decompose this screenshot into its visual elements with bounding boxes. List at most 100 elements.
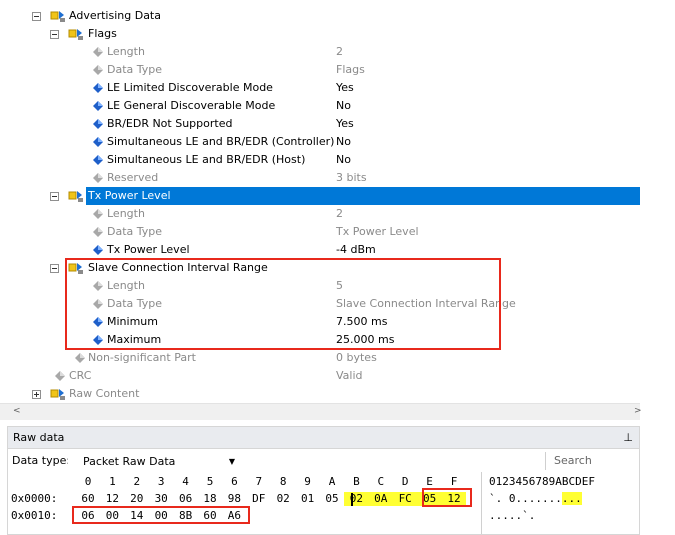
tree-row[interactable]: Tx Power Level -4 dBm bbox=[0, 241, 640, 259]
structure-icon bbox=[50, 9, 66, 23]
ascii-text[interactable]: .....`. bbox=[489, 508, 535, 524]
hex-byte[interactable]: 0A bbox=[372, 491, 390, 507]
field-gray-icon bbox=[72, 351, 88, 365]
tree-row-label: Reserved bbox=[107, 171, 159, 184]
tree-row[interactable]: BR/EDR Not Supported Yes bbox=[0, 115, 640, 133]
field-blue-icon bbox=[90, 135, 106, 149]
hex-byte[interactable]: 30 bbox=[152, 491, 170, 507]
hex-byte[interactable]: 06 bbox=[177, 491, 195, 507]
collapse-icon[interactable] bbox=[50, 264, 59, 273]
tree-row-value: Valid bbox=[336, 369, 363, 382]
hex-column-label: 5 bbox=[206, 475, 214, 488]
tree-row-label: Data Type bbox=[107, 225, 163, 238]
tree-row-label: Tx Power Level bbox=[107, 243, 190, 256]
hex-byte[interactable]: 02 bbox=[274, 491, 292, 507]
tree-row-label: Tx Power Level bbox=[86, 187, 173, 205]
data-type-label: Data type: bbox=[12, 454, 71, 467]
data-type-select[interactable]: Packet Raw Data ▼ bbox=[68, 452, 240, 470]
tree-row-label: Length bbox=[107, 45, 145, 58]
tree-row[interactable]: LE Limited Discoverable Mode Yes bbox=[0, 79, 640, 97]
tree-row-label: Simultaneous LE and BR/EDR (Controller) bbox=[107, 135, 335, 148]
field-gray-icon bbox=[90, 63, 106, 77]
field-gray-icon bbox=[90, 171, 106, 185]
tree-row-label: Simultaneous LE and BR/EDR (Host) bbox=[107, 153, 306, 166]
tree-row[interactable]: CRC Valid bbox=[0, 367, 640, 385]
tree-row-value: No bbox=[336, 153, 351, 166]
tree-row-label: Non-significant Part bbox=[88, 351, 196, 364]
tree-row[interactable]: Advertising Data bbox=[0, 7, 640, 25]
hex-column-label: 0 bbox=[84, 475, 92, 488]
structure-icon bbox=[68, 27, 84, 41]
pin-icon[interactable]: ⊥ bbox=[623, 427, 633, 449]
tree-row[interactable]: Tx Power Level bbox=[0, 187, 640, 205]
bytes-05-12-highlight-box bbox=[422, 488, 472, 507]
tree-row-value: 0 bytes bbox=[336, 351, 377, 364]
tree-row-value: Flags bbox=[336, 63, 365, 76]
tree-row[interactable]: Simultaneous LE and BR/EDR (Controller) N… bbox=[0, 133, 640, 151]
tree-row[interactable]: Data Type Flags bbox=[0, 61, 640, 79]
tree-row-label: CRC bbox=[69, 369, 92, 382]
raw-data-toolbar: Data type: Packet Raw Data ▼ Search bbox=[8, 450, 639, 472]
scroll-right-icon[interactable]: > bbox=[634, 406, 642, 416]
tree-row-label: LE General Discoverable Mode bbox=[107, 99, 276, 112]
chevron-down-icon[interactable]: ▼ bbox=[229, 453, 235, 471]
hex-byte[interactable]: 05 bbox=[323, 491, 341, 507]
field-blue-icon bbox=[90, 99, 106, 113]
tree-row[interactable]: Length 2 bbox=[0, 43, 640, 61]
tree-row[interactable]: Simultaneous LE and BR/EDR (Host) No bbox=[0, 151, 640, 169]
hex-byte[interactable]: 18 bbox=[201, 491, 219, 507]
ascii-plain: .....`. bbox=[489, 509, 536, 522]
tree-row[interactable]: LE General Discoverable Mode No bbox=[0, 97, 640, 115]
scroll-left-icon[interactable]: < bbox=[13, 406, 21, 416]
collapse-icon[interactable] bbox=[50, 30, 59, 39]
structure-icon bbox=[50, 387, 66, 401]
collapse-icon[interactable] bbox=[32, 12, 41, 21]
hex-column-header: 0 1 2 3 4 5 6 7 8 9 A B C D E F 0123456789ABCDEF bbox=[0, 474, 640, 490]
hex-column-label: 4 bbox=[182, 475, 189, 488]
search-placeholder: Search bbox=[554, 454, 592, 467]
tree-row[interactable]: Length 2 bbox=[0, 205, 640, 223]
hex-byte[interactable]: DF bbox=[250, 491, 268, 507]
expand-icon[interactable] bbox=[32, 390, 41, 399]
field-blue-icon bbox=[90, 153, 106, 167]
tree-row-label: Raw Content bbox=[69, 387, 140, 400]
horizontal-scrollbar[interactable]: < > bbox=[0, 403, 642, 420]
tree-row[interactable]: Non-significant Part 0 bytes bbox=[0, 349, 640, 367]
tree-row[interactable]: Data Type Tx Power Level bbox=[0, 223, 640, 241]
field-blue-icon bbox=[90, 117, 106, 131]
hex-column-label: 3 bbox=[157, 475, 165, 488]
hex-column-label: 6 bbox=[231, 475, 238, 488]
collapse-icon[interactable] bbox=[50, 192, 59, 201]
tree-row-value: Tx Power Level bbox=[336, 225, 419, 238]
hex-byte[interactable]: FC bbox=[396, 491, 414, 507]
tree-row-label: LE Limited Discoverable Mode bbox=[107, 81, 273, 94]
tree-row[interactable]: Raw Content bbox=[0, 385, 640, 403]
field-gray-icon bbox=[52, 369, 68, 383]
tree-row-label: Advertising Data bbox=[69, 9, 161, 22]
ascii-plain: `. 0....... bbox=[489, 492, 562, 505]
slave-interval-highlight-box bbox=[65, 258, 501, 350]
tree-row-value: 2 bbox=[336, 207, 343, 220]
hex-byte[interactable]: 01 bbox=[299, 491, 317, 507]
tree-row-value: 2 bbox=[336, 45, 343, 58]
ascii-column-header: 0123456789ABCDEF bbox=[489, 475, 595, 488]
search-input[interactable]: Search bbox=[545, 452, 637, 470]
tree-row-label: BR/EDR Not Supported bbox=[107, 117, 233, 130]
hex-byte[interactable]: 20 bbox=[128, 491, 146, 507]
field-blue-icon bbox=[90, 243, 106, 257]
hex-column-label: D bbox=[401, 475, 409, 488]
ascii-text[interactable]: `. 0.......... bbox=[489, 491, 582, 507]
hex-column-label: C bbox=[377, 475, 385, 488]
hex-byte[interactable]: 12 bbox=[103, 491, 121, 507]
tree-row-label: Flags bbox=[88, 27, 117, 40]
hex-column-label: 2 bbox=[133, 475, 141, 488]
tree-row[interactable]: Reserved 3 bits bbox=[0, 169, 640, 187]
hex-byte[interactable]: 98 bbox=[225, 491, 243, 507]
hex-offset: 0x0010: bbox=[11, 509, 58, 522]
hex-column-label: 9 bbox=[304, 475, 311, 488]
hex-byte[interactable]: 60 bbox=[79, 491, 97, 507]
structure-icon bbox=[68, 189, 84, 203]
field-blue-icon bbox=[90, 81, 106, 95]
hex-offset: 0x0000: bbox=[11, 492, 58, 505]
tree-row[interactable]: Flags bbox=[0, 25, 640, 43]
